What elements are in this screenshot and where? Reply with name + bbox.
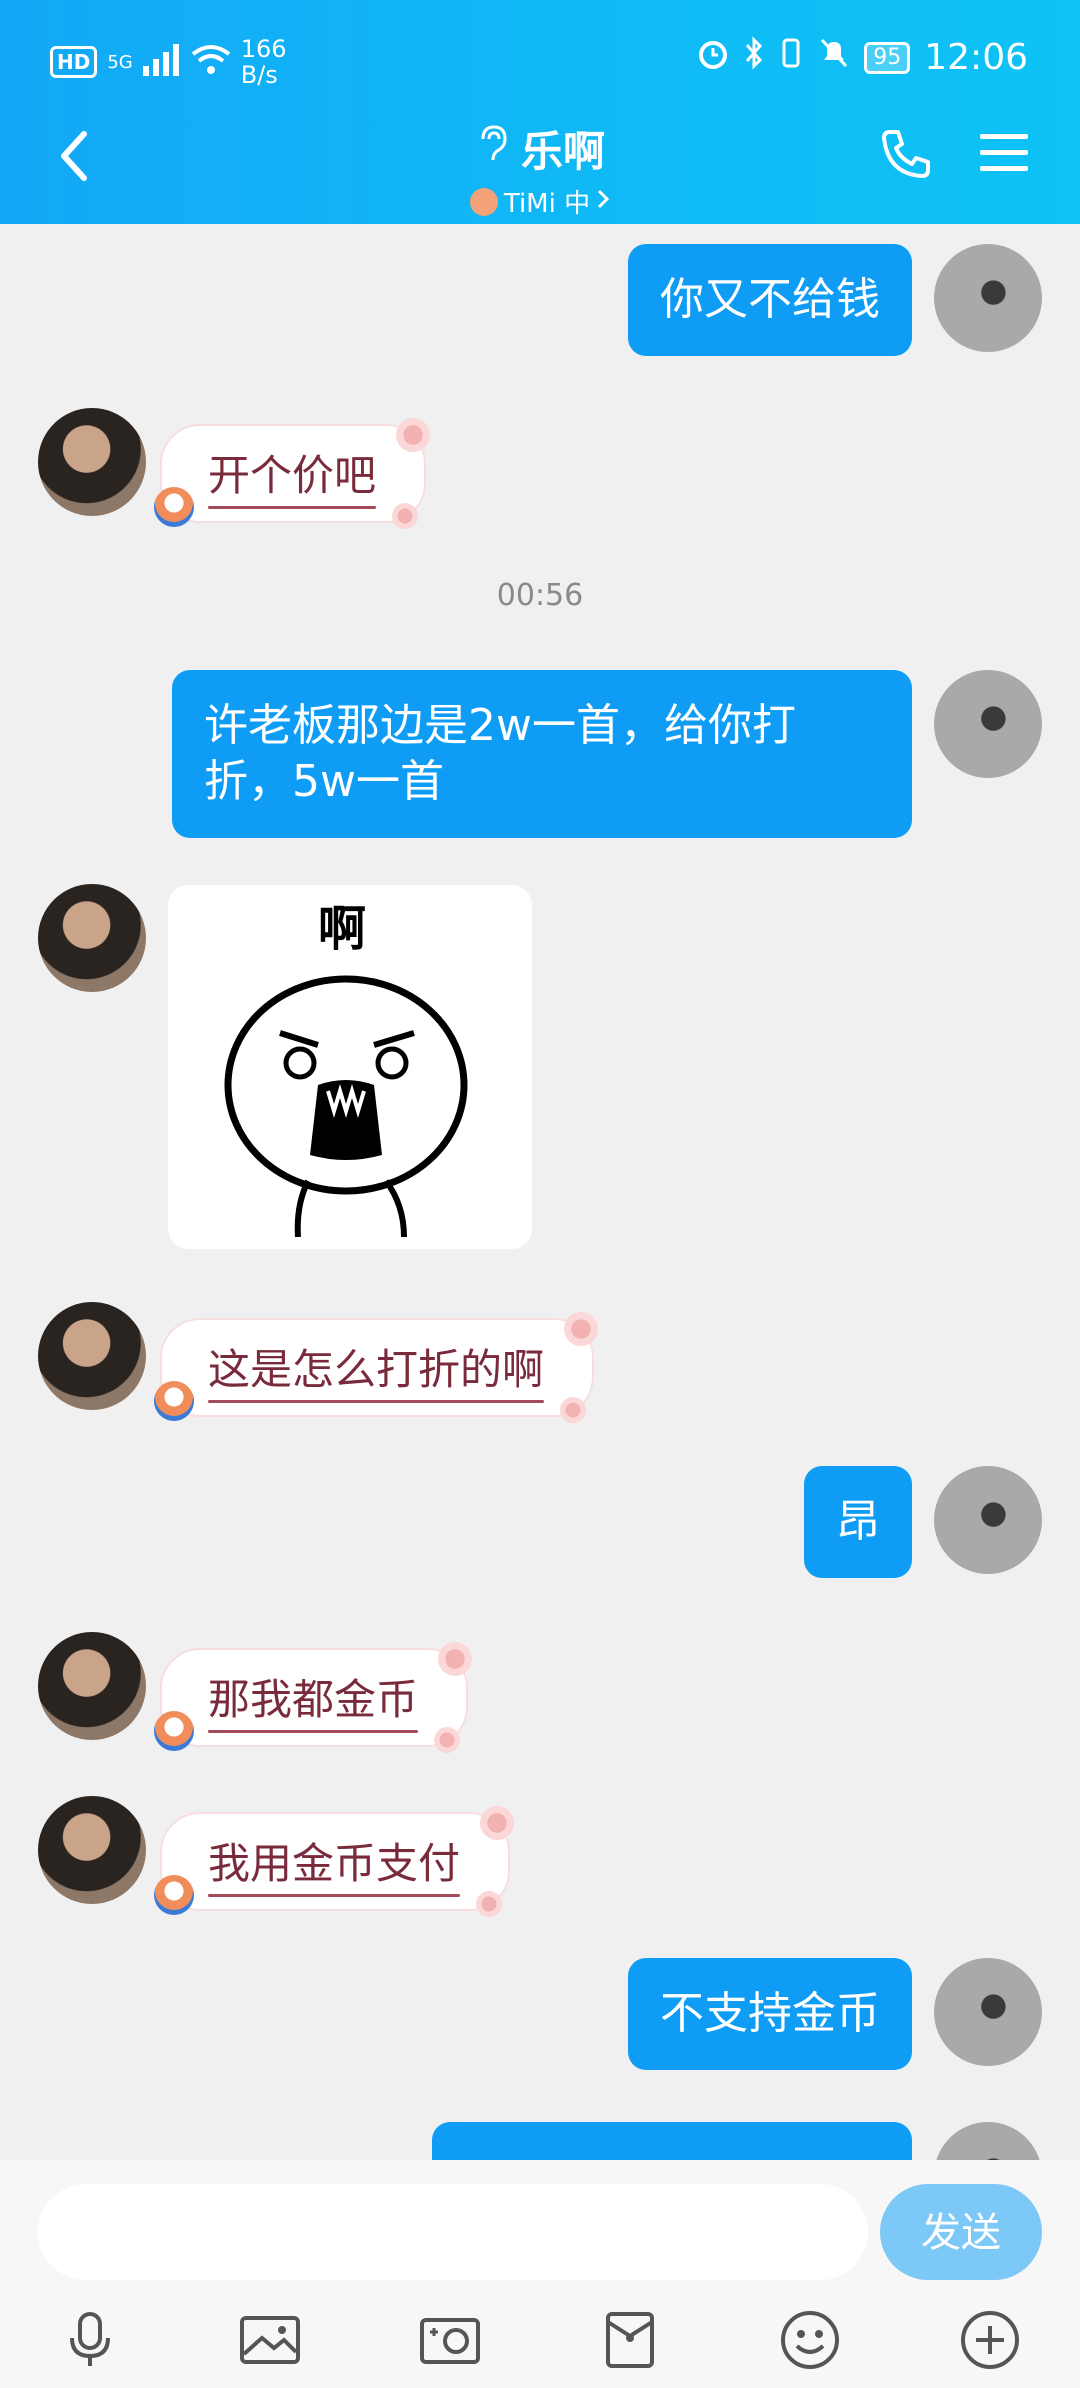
time-divider: 00:56 <box>496 578 584 613</box>
flower-decoration <box>564 1312 599 1346</box>
message-text: 开个价吧 <box>208 451 377 500</box>
sticker-caption: 啊 <box>318 901 366 957</box>
avatar-self[interactable] <box>934 1958 1042 2066</box>
send-button[interactable]: 发送 <box>880 2184 1042 2280</box>
menu-button[interactable] <box>978 130 1030 176</box>
flower-decoration <box>434 1727 461 1753</box>
shouting-face-sticker: 啊 <box>224 901 468 1238</box>
bubble-underline-decoration <box>208 506 377 509</box>
flower-decoration <box>392 503 419 529</box>
hd-badge: HD <box>50 46 98 78</box>
message-bubble-in[interactable]: 那我都金币 <box>154 1642 473 1753</box>
chat-header: HD 5G 166 B/s 95 12:06 乐啊 TiMi 中 <box>0 0 1080 224</box>
flower-decoration <box>438 1642 473 1676</box>
contact-name: 乐啊 <box>520 127 605 176</box>
message-bubble-in[interactable]: 开个价吧 <box>154 418 431 529</box>
message-bubble-out[interactable]: 许老板那边是2w一首，给你打折，5w一首 <box>172 670 912 838</box>
avatar-contact[interactable] <box>38 1796 146 1904</box>
bubble-underline-decoration <box>208 1894 461 1897</box>
image-icon <box>240 2316 300 2364</box>
bear-decoration <box>154 1711 194 1751</box>
bluetooth-icon <box>744 36 764 79</box>
ear-icon <box>475 123 509 175</box>
bear-decoration <box>154 1381 194 1421</box>
status-bar-right: 95 12:06 <box>696 36 1028 79</box>
signal-icon <box>142 44 181 80</box>
call-button[interactable] <box>878 126 934 182</box>
net-speed: 166 B/s <box>241 36 311 88</box>
message-bubble-in[interactable]: 我用金币支付 <box>154 1806 515 1917</box>
avatar-contact[interactable] <box>38 1632 146 1740</box>
wifi-icon <box>191 44 231 80</box>
message-input[interactable] <box>38 2184 868 2280</box>
flower-decoration <box>396 418 431 452</box>
vibrate-icon <box>778 36 804 79</box>
mute-icon <box>818 36 850 79</box>
flower-decoration <box>480 1806 515 1840</box>
avatar-contact[interactable] <box>38 408 146 516</box>
camera-button[interactable] <box>418 2308 482 2372</box>
sticker-message[interactable]: 啊 <box>168 885 532 1249</box>
menu-icon <box>980 134 1028 171</box>
avatar-contact[interactable] <box>38 884 146 992</box>
avatar-self[interactable] <box>934 1466 1042 1574</box>
emoji-icon <box>781 2311 839 2369</box>
red-packet-button[interactable] <box>598 2308 662 2372</box>
avatar-contact[interactable] <box>38 1302 146 1410</box>
flower-decoration <box>560 1397 587 1423</box>
alarm-icon <box>696 36 730 79</box>
bear-decoration <box>154 1875 194 1915</box>
red-packet-icon <box>606 2312 654 2368</box>
flower-decoration <box>476 1891 503 1917</box>
online-status-text: TiMi 中 <box>503 189 591 219</box>
input-toolbar <box>0 2308 1080 2388</box>
voice-button[interactable] <box>58 2308 122 2372</box>
photo-button[interactable] <box>238 2308 302 2372</box>
net-speed-unit: B/s <box>240 61 278 89</box>
message-text: 那我都金币 <box>208 1675 419 1724</box>
bear-decoration <box>154 487 194 527</box>
bubble-underline-decoration <box>208 1730 419 1733</box>
avatar-self[interactable] <box>934 244 1042 352</box>
online-status[interactable]: TiMi 中 <box>469 183 610 220</box>
microphone-icon <box>70 2312 110 2366</box>
plus-icon <box>961 2311 1019 2369</box>
phone-icon <box>882 130 930 178</box>
battery-indicator: 95 <box>864 41 911 74</box>
bubble-underline-decoration <box>208 1400 545 1403</box>
message-text: 这是怎么打折的啊 <box>208 1345 545 1394</box>
clock: 12:06 <box>924 37 1028 78</box>
message-bubble-out[interactable]: 你又不给钱 <box>628 244 912 356</box>
net-speed-value: 166 <box>240 35 287 63</box>
input-bar: 发送 <box>0 2160 1080 2388</box>
chevron-right-icon <box>596 187 610 217</box>
signal-label: 5G <box>107 51 133 73</box>
emoji-button[interactable] <box>778 2308 842 2372</box>
camera-icon <box>420 2318 480 2364</box>
message-bubble-out[interactable]: 昂 <box>804 1466 912 1578</box>
message-text: 我用金币支付 <box>208 1839 461 1888</box>
more-button[interactable] <box>958 2308 1022 2372</box>
avatar-self[interactable] <box>934 670 1042 778</box>
message-bubble-out[interactable]: 不支持金币 <box>628 1958 912 2070</box>
message-bubble-in[interactable]: 这是怎么打折的啊 <box>154 1312 599 1423</box>
timi-badge <box>469 187 498 216</box>
status-bar-left: HD 5G 166 B/s <box>50 36 311 88</box>
